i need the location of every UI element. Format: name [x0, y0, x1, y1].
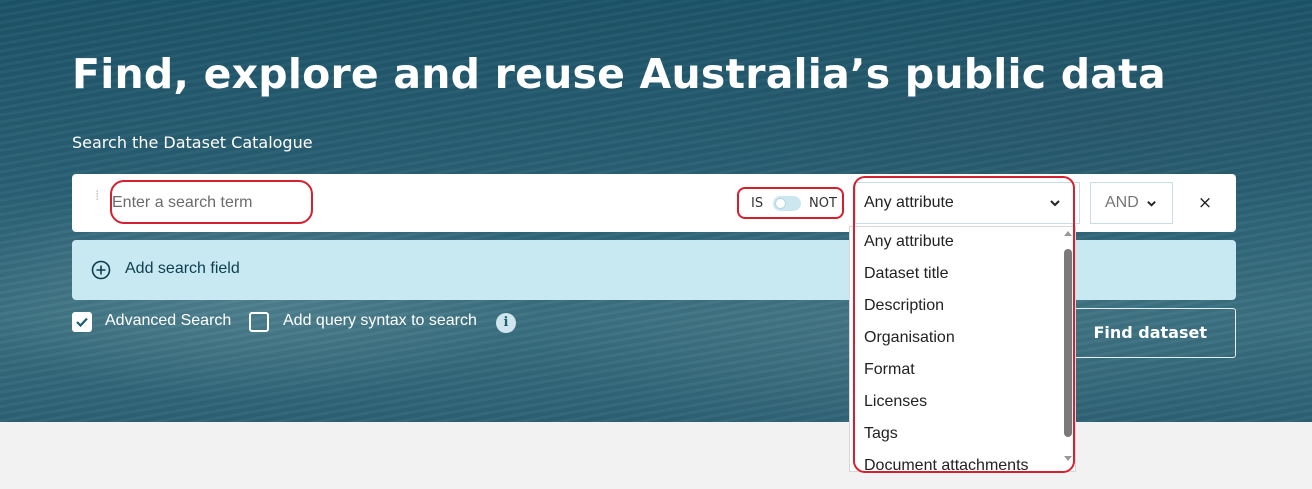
find-dataset-button[interactable]: Find dataset: [1053, 308, 1236, 358]
info-icon[interactable]: i: [496, 313, 516, 333]
dropdown-item[interactable]: Tags: [864, 425, 898, 443]
dropdown-item[interactable]: Licenses: [864, 393, 927, 411]
attribute-select[interactable]: Any attribute: [855, 182, 1074, 224]
remove-field-button[interactable]: ×: [1194, 192, 1216, 214]
find-dataset-label: Find dataset: [1093, 323, 1207, 342]
chevron-down-icon: [1050, 200, 1060, 207]
query-syntax-checkbox[interactable]: [249, 312, 269, 332]
attribute-select-value: Any attribute: [864, 194, 954, 211]
dropdown-item[interactable]: Dataset title: [864, 265, 948, 283]
operator-select-value: AND: [1105, 194, 1139, 211]
dropdown-item[interactable]: Description: [864, 297, 944, 315]
toggle-switch[interactable]: [773, 196, 801, 211]
query-syntax-label: Add query syntax to search: [283, 312, 477, 329]
scroll-down-icon[interactable]: [1064, 456, 1072, 461]
hero-banner: Find, explore and reuse Australia’s publ…: [0, 0, 1312, 422]
is-not-toggle[interactable]: IS NOT: [737, 187, 844, 219]
scrollbar-thumb[interactable]: [1064, 249, 1072, 437]
dropdown-item[interactable]: Document attachments: [864, 457, 1029, 471]
dropdown-item[interactable]: Any attribute: [864, 233, 954, 251]
chevron-down-icon: [1147, 201, 1156, 207]
page-title: Find, explore and reuse Australia’s publ…: [72, 50, 1166, 98]
operator-select[interactable]: AND: [1090, 182, 1173, 224]
drag-handle-icon[interactable]: ⁞: [95, 189, 107, 215]
attribute-select-edge: [1074, 182, 1080, 224]
search-field-row: ⁞ IS NOT Any attribute AND ×: [72, 174, 1236, 232]
dropdown-item[interactable]: Organisation: [864, 329, 955, 347]
add-search-field-label: Add search field: [125, 260, 240, 277]
checkmark-icon: [76, 317, 88, 328]
search-input[interactable]: [112, 187, 310, 219]
advanced-search-checkbox[interactable]: [72, 312, 92, 332]
toggle-knob: [775, 198, 786, 209]
advanced-search-label: Advanced Search: [105, 312, 232, 329]
attribute-dropdown-list[interactable]: Any attribute Dataset title Description …: [849, 226, 1076, 472]
toggle-is-label: IS: [751, 196, 764, 211]
scroll-up-icon[interactable]: [1064, 231, 1072, 236]
search-subtitle: Search the Dataset Catalogue: [72, 133, 313, 152]
dropdown-scrollbar[interactable]: [1061, 227, 1075, 471]
dropdown-item[interactable]: Format: [864, 361, 915, 379]
plus-circle-icon: [91, 260, 111, 280]
toggle-not-label: NOT: [809, 196, 837, 211]
